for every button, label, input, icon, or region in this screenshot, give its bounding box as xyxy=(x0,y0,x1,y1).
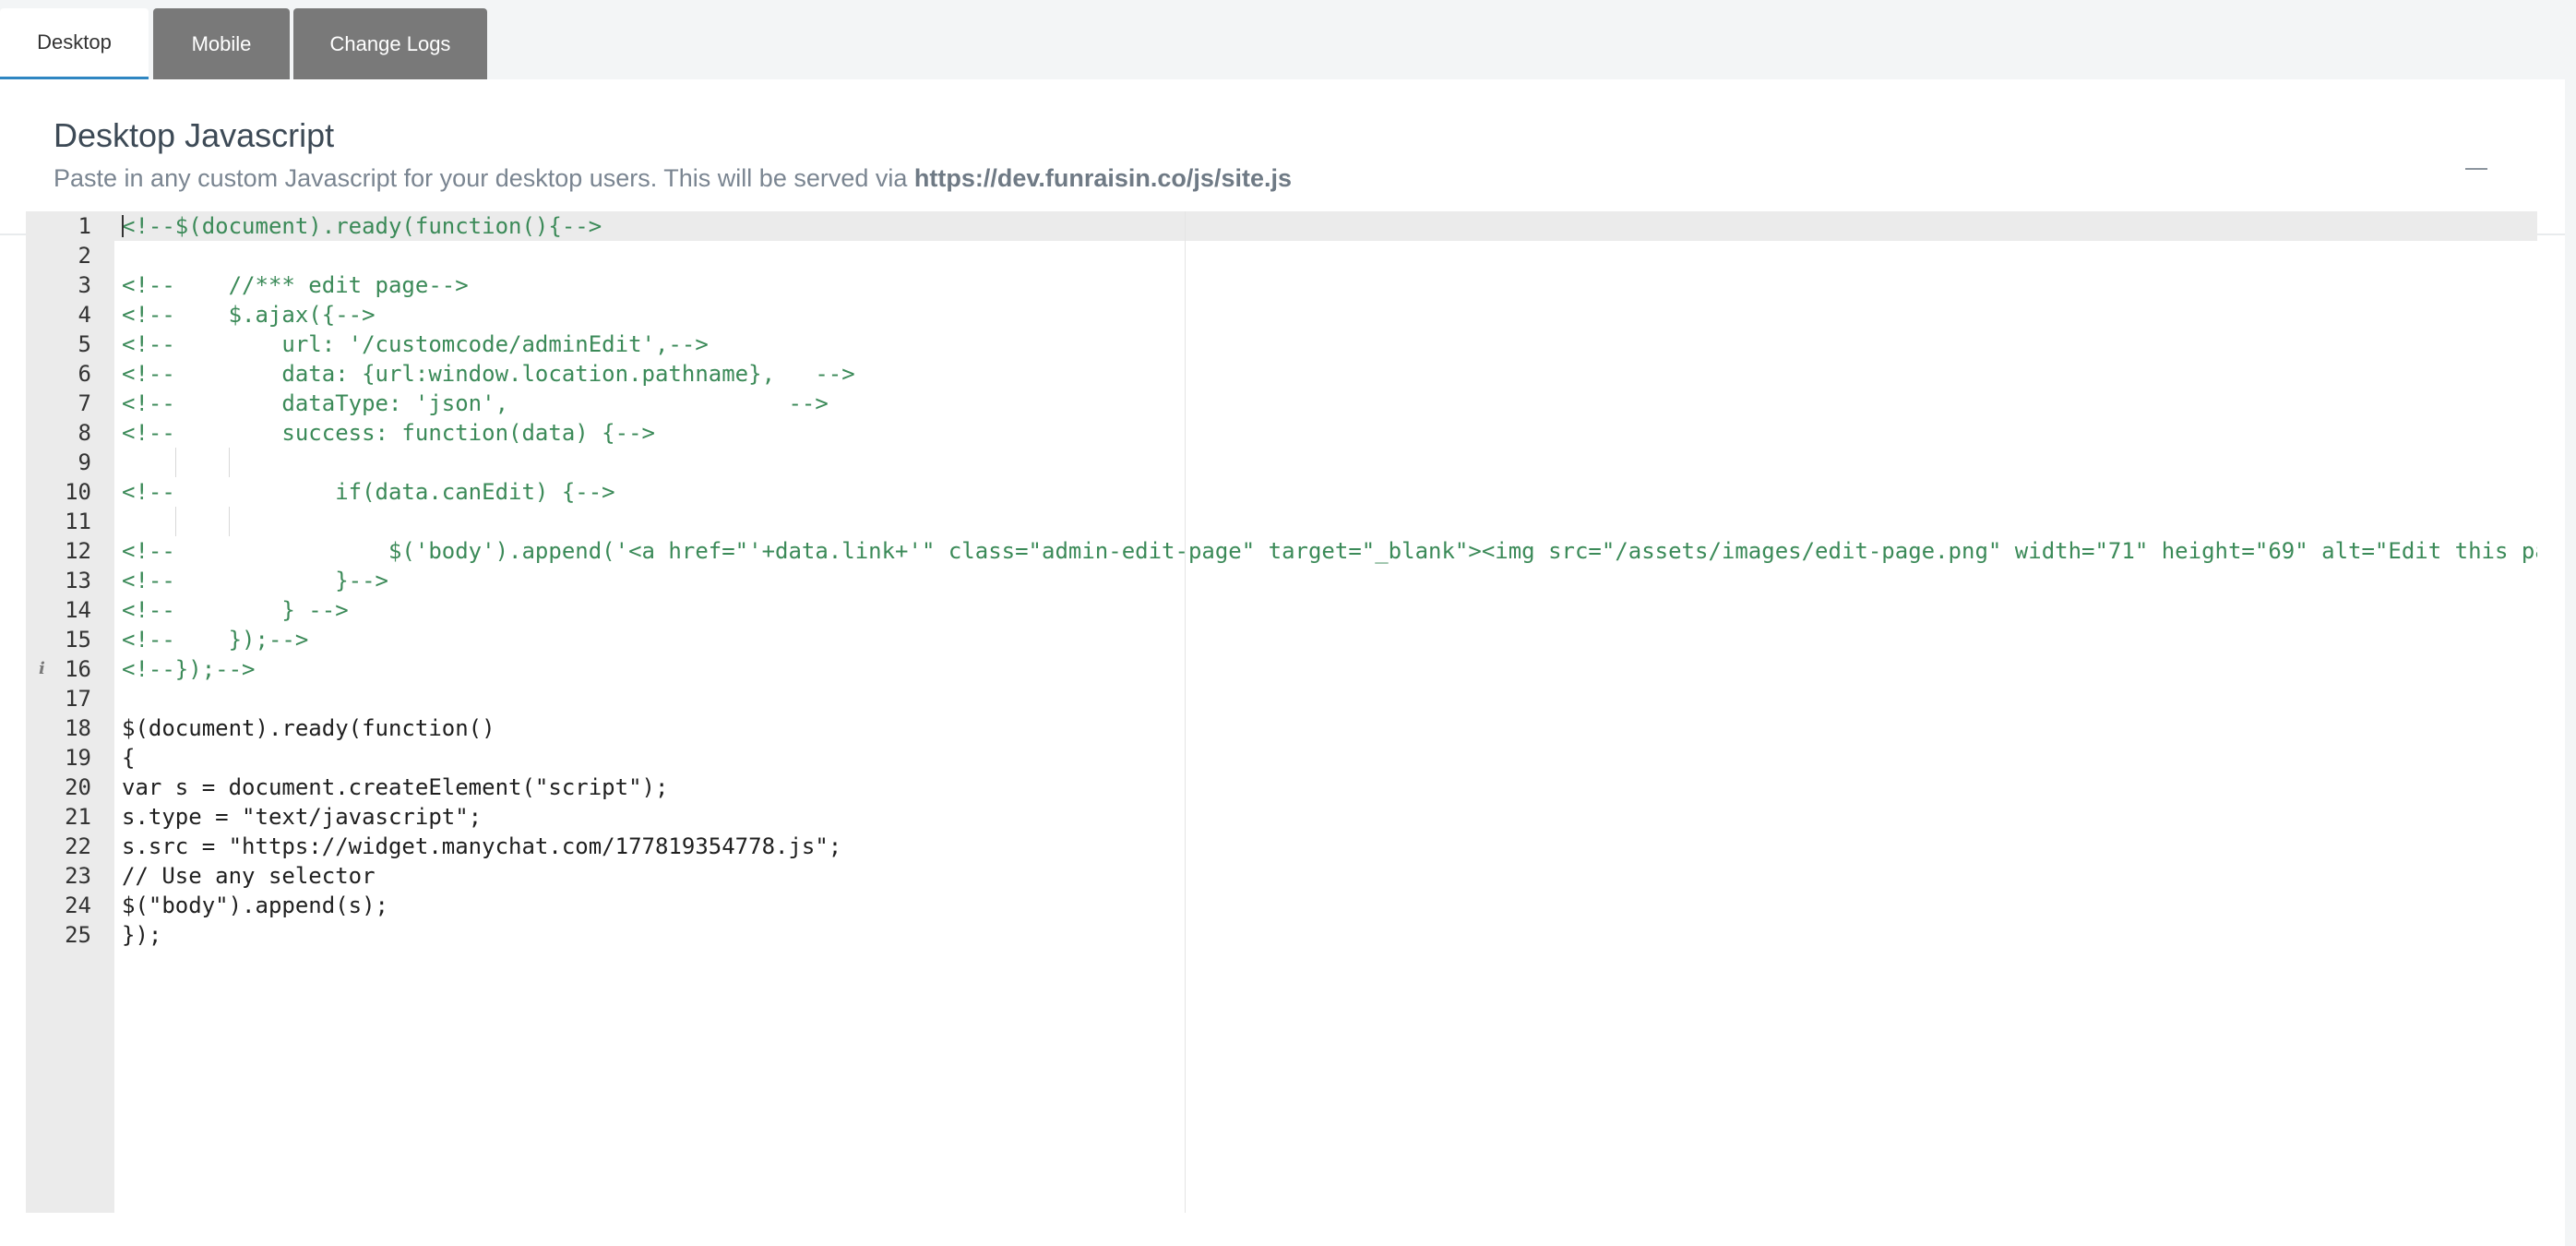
code-line[interactable]: 22 s.src = "https://widget.manychat.com/1… xyxy=(26,832,2537,861)
code-text: <!-- dataType: 'json', --> xyxy=(122,390,829,416)
line-number: 15 xyxy=(65,627,91,653)
indent-guide xyxy=(228,507,230,536)
code-line[interactable]: 12 <!-- $('body').append('<a href="'+data… xyxy=(26,536,2537,566)
code-line[interactable]: 21 s.type = "text/javascript"; xyxy=(26,802,2537,832)
text-cursor xyxy=(122,215,124,237)
code-line[interactable]: 18 $(document).ready(function() xyxy=(26,713,2537,743)
line-number: 13 xyxy=(65,568,91,593)
code-text: <!-- $.ajax({--> xyxy=(122,302,376,328)
code-text: { xyxy=(122,745,136,771)
code-text: <!-- if(data.canEdit) {--> xyxy=(122,479,615,505)
editor-lines[interactable]: 1 <!--$(document).ready(function(){--> 2 3 <… xyxy=(26,211,2537,950)
line-number: 19 xyxy=(65,745,91,771)
line-number: 4 xyxy=(78,302,91,328)
panel-title: Desktop Javascript xyxy=(54,116,335,154)
code-text: $(document).ready(function() xyxy=(122,715,495,741)
script-url: https://dev.funraisin.co/js/site.js xyxy=(913,164,1292,192)
info-icon[interactable]: i xyxy=(39,654,52,684)
code-line[interactable]: 20 var s = document.createElement("script… xyxy=(26,773,2537,802)
line-number: 22 xyxy=(65,833,91,859)
line-number: 18 xyxy=(65,715,91,741)
line-number: 21 xyxy=(65,804,91,830)
code-line[interactable]: 17 xyxy=(26,684,2537,713)
code-line[interactable]: 7 <!-- dataType: 'json', --> xyxy=(26,389,2537,418)
code-text: <!-- $('body').append('<a href="'+data.l… xyxy=(122,538,2537,564)
line-number: 1 xyxy=(78,213,91,239)
code-line[interactable]: 8 <!-- success: function(data) {--> xyxy=(26,418,2537,448)
code-line[interactable]: 9 xyxy=(26,448,2537,477)
indent-guide xyxy=(228,448,230,477)
code-text: <!-- url: '/customcode/adminEdit',--> xyxy=(122,331,709,357)
line-number: 6 xyxy=(78,361,91,387)
code-text: s.type = "text/javascript"; xyxy=(122,804,483,830)
code-line[interactable]: 25}); xyxy=(26,920,2537,950)
line-number: 11 xyxy=(65,509,91,534)
code-line[interactable]: 11 xyxy=(26,507,2537,536)
code-text: <!-- data: {url:window.location.pathname… xyxy=(122,361,855,387)
code-line[interactable]: 2 xyxy=(26,241,2537,270)
code-line[interactable]: 6 <!-- data: {url:window.location.pathnam… xyxy=(26,359,2537,389)
code-text: <!-- //*** edit page--> xyxy=(122,272,469,298)
code-line[interactable]: 15 <!-- });--> xyxy=(26,625,2537,654)
code-text: <!-- }--> xyxy=(122,568,388,593)
panel-description: Paste in any custom Javascript for your … xyxy=(54,164,1292,193)
code-line[interactable]: 16 i <!--});--> xyxy=(26,654,2537,684)
line-number: 9 xyxy=(78,449,91,475)
code-text: <!-- });--> xyxy=(122,627,309,653)
line-number: 23 xyxy=(65,863,91,889)
code-text: s.src = "https://widget.manychat.com/177… xyxy=(122,833,842,859)
tab-mobile[interactable]: Mobile xyxy=(153,8,290,79)
indent-guide xyxy=(174,507,176,536)
code-text: // Use any selector xyxy=(122,863,376,889)
code-editor[interactable]: 1 <!--$(document).ready(function(){--> 2 3 <… xyxy=(26,211,2537,1213)
code-text: }); xyxy=(122,922,162,948)
panel-description-text: Paste in any custom Javascript for your … xyxy=(54,164,914,192)
line-number: 16 xyxy=(65,656,91,682)
line-number: 5 xyxy=(78,331,91,357)
code-line[interactable]: 10 <!-- if(data.canEdit) {--> xyxy=(26,477,2537,507)
code-text: <!--$(document).ready(function(){--> xyxy=(122,213,602,239)
line-number: 2 xyxy=(78,243,91,269)
code-line[interactable]: 1 <!--$(document).ready(function(){--> xyxy=(26,211,2537,241)
line-number: 24 xyxy=(65,893,91,918)
code-text: <!--});--> xyxy=(122,656,256,682)
code-line[interactable]: 14 <!-- } --> xyxy=(26,595,2537,625)
code-line[interactable]: 13 <!-- }--> xyxy=(26,566,2537,595)
code-line[interactable]: 4 <!-- $.ajax({--> xyxy=(26,300,2537,329)
code-line[interactable]: 19 { xyxy=(26,743,2537,773)
code-line[interactable]: 5 <!-- url: '/customcode/adminEdit',--> xyxy=(26,329,2537,359)
line-number: 7 xyxy=(78,390,91,416)
code-text: var s = document.createElement("script")… xyxy=(122,774,669,800)
code-line[interactable]: 3 <!-- //*** edit page--> xyxy=(26,270,2537,300)
line-number: 25 xyxy=(65,922,91,948)
code-text: $("body").append(s); xyxy=(122,893,388,918)
tab-desktop[interactable]: Desktop xyxy=(0,8,149,79)
line-number: 8 xyxy=(78,420,91,446)
line-number: 12 xyxy=(65,538,91,564)
minus-icon[interactable] xyxy=(2462,157,2495,181)
tab-bar: Desktop Mobile Change Logs xyxy=(0,0,2576,79)
tab-change-logs[interactable]: Change Logs xyxy=(293,8,487,79)
line-number: 3 xyxy=(78,272,91,298)
line-number: 20 xyxy=(65,774,91,800)
line-number: 14 xyxy=(65,597,91,623)
code-text: <!-- success: function(data) {--> xyxy=(122,420,655,446)
line-number: 10 xyxy=(65,479,91,505)
indent-guide xyxy=(174,448,176,477)
code-line[interactable]: 24 $("body").append(s); xyxy=(26,891,2537,920)
code-line[interactable]: 23 // Use any selector xyxy=(26,861,2537,891)
line-number: 17 xyxy=(65,686,91,712)
code-text: <!-- } --> xyxy=(122,597,349,623)
